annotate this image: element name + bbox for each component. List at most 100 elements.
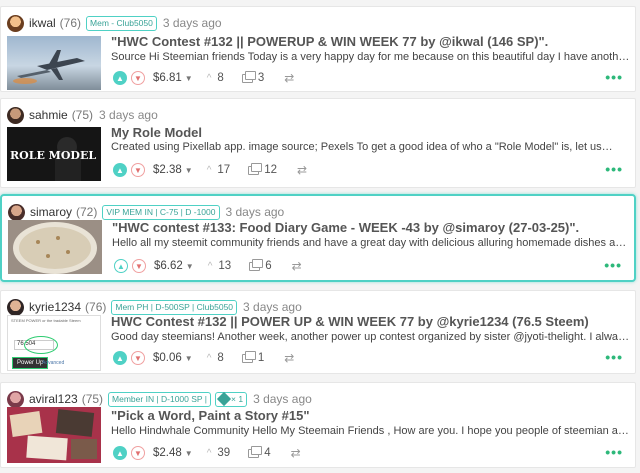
author-name[interactable]: simaroy: [30, 205, 72, 219]
community-badge: VIP MEM IN | C-75 | D -1000: [102, 204, 220, 220]
post-excerpt[interactable]: Created using Pixellab app. image source…: [111, 141, 631, 153]
avatar[interactable]: [7, 298, 24, 316]
comments-link[interactable]: 6: [249, 258, 272, 272]
upvote-button[interactable]: ▲: [114, 259, 128, 273]
chevron-up-icon: ^: [206, 352, 212, 364]
post-header: sahmie (75) 3 days ago: [7, 106, 158, 124]
post-time[interactable]: 3 days ago: [253, 392, 312, 406]
avatar[interactable]: [7, 106, 24, 124]
more-options-icon[interactable]: •••: [605, 69, 623, 85]
payout-value[interactable]: $6.62: [154, 260, 183, 272]
comment-count: 12: [264, 164, 277, 176]
gem-icon: [216, 391, 232, 407]
voters-count[interactable]: ^ 8: [207, 72, 224, 84]
comments-icon: [248, 445, 263, 458]
post-time[interactable]: 3 days ago: [163, 16, 222, 30]
post-thumbnail[interactable]: [7, 407, 101, 463]
author-name[interactable]: ikwal: [29, 16, 56, 30]
post-thumbnail[interactable]: [8, 220, 102, 274]
community-badge: Mem - Club5050: [86, 15, 157, 31]
resteem-icon[interactable]: ⇄: [297, 163, 307, 177]
upvote-button[interactable]: ▲: [113, 71, 127, 85]
post-title[interactable]: "HWC Contest #132 || POWERUP & WIN WEEK …: [111, 34, 631, 49]
vote-count: 13: [218, 260, 232, 272]
post-card[interactable]: kyrie1234 (76) Mem PH | D-500SP | Club50…: [0, 290, 636, 374]
voters-count[interactable]: ^ 8: [207, 352, 224, 364]
downvote-button[interactable]: ▼: [131, 446, 145, 460]
caret-down-icon[interactable]: ▼: [185, 449, 193, 458]
post-title[interactable]: "Pick a Word, Paint a Story #15": [111, 408, 631, 423]
avatar[interactable]: [7, 14, 24, 32]
post-excerpt[interactable]: Hello Hindwhale Community Hello My Steem…: [111, 425, 631, 437]
post-excerpt[interactable]: Source Hi Steemian friends Today is a ve…: [111, 51, 631, 63]
downvote-button[interactable]: ▼: [131, 351, 145, 365]
caret-down-icon[interactable]: ▼: [186, 262, 194, 271]
post-thumbnail[interactable]: [7, 36, 101, 90]
more-options-icon[interactable]: •••: [605, 349, 623, 365]
downvote-button[interactable]: ▼: [131, 71, 145, 85]
post-title[interactable]: My Role Model: [111, 125, 631, 140]
downvote-button[interactable]: ▼: [132, 259, 146, 273]
author-name[interactable]: aviral123: [29, 392, 78, 406]
post-header: simaroy (72) VIP MEM IN | C-75 | D -1000…: [8, 203, 284, 221]
voters-count[interactable]: ^ 39: [207, 447, 231, 459]
thumbnail-text: ROLE MODEL: [10, 149, 97, 162]
comments-link[interactable]: 4: [248, 445, 271, 459]
chevron-up-icon: ^: [206, 72, 212, 84]
post-title[interactable]: "HWC contest #133: Food Diary Game - WEE…: [112, 220, 632, 235]
award-chip: × 1: [215, 391, 248, 407]
upvote-button[interactable]: ▲: [113, 351, 127, 365]
post-excerpt[interactable]: Hello all my steemit community friends a…: [112, 237, 632, 249]
community-badge: Member IN | D-1000 SP |: [108, 391, 212, 407]
post-feed: ikwal (76) Mem - Club5050 3 days ago "HW…: [0, 0, 640, 473]
upvote-button[interactable]: ▲: [113, 446, 127, 460]
post-excerpt[interactable]: Good day steemians! Another week, anothe…: [111, 331, 631, 343]
post-time[interactable]: 3 days ago: [226, 205, 285, 219]
more-options-icon[interactable]: •••: [604, 257, 622, 273]
payout-value[interactable]: $2.38: [153, 164, 182, 176]
voters-count[interactable]: ^ 13: [208, 260, 232, 272]
reputation: (72): [76, 205, 98, 219]
payout-value[interactable]: $2.48: [153, 447, 182, 459]
resteem-icon[interactable]: ⇄: [291, 446, 301, 460]
author-name[interactable]: kyrie1234: [29, 300, 81, 314]
post-thumbnail[interactable]: STEEM POWER or the tradable Steem 76.504…: [7, 315, 101, 371]
resteem-icon[interactable]: ⇄: [284, 71, 294, 85]
more-options-icon[interactable]: •••: [605, 444, 623, 460]
caret-down-icon[interactable]: ▼: [185, 74, 193, 83]
highlight-circle: [24, 336, 58, 354]
comments-link[interactable]: 3: [241, 70, 264, 84]
comments-link[interactable]: 1: [241, 350, 265, 364]
post-card-selected[interactable]: simaroy (72) VIP MEM IN | C-75 | D -1000…: [0, 194, 636, 282]
resteem-icon[interactable]: ⇄: [284, 351, 294, 365]
caret-down-icon[interactable]: ▼: [185, 354, 193, 363]
author-name[interactable]: sahmie: [29, 108, 68, 122]
post-time[interactable]: 3 days ago: [243, 300, 302, 314]
vote-count: 17: [217, 164, 231, 176]
caret-down-icon[interactable]: ▼: [185, 166, 193, 175]
avatar[interactable]: [8, 203, 25, 221]
avatar[interactable]: [7, 390, 24, 408]
payout-value[interactable]: $6.81: [153, 72, 182, 84]
post-thumbnail[interactable]: ROLE MODEL: [7, 127, 101, 181]
comment-count: 6: [265, 260, 272, 272]
more-options-icon[interactable]: •••: [605, 161, 623, 177]
downvote-button[interactable]: ▼: [131, 163, 145, 177]
post-actions: ▲ ▼ $6.81 ▼ ^ 8 3 ⇄: [113, 69, 294, 87]
vote-count: 8: [217, 352, 224, 364]
comments-link[interactable]: 12: [248, 162, 277, 176]
post-title[interactable]: HWC Contest #132 || POWER UP & WIN WEEK …: [111, 314, 631, 329]
post-card[interactable]: sahmie (75) 3 days ago ROLE MODEL My Rol…: [0, 98, 636, 188]
payout-value[interactable]: $0.06: [153, 352, 182, 364]
chevron-up-icon: ^: [206, 164, 212, 176]
voters-count[interactable]: ^ 17: [207, 164, 231, 176]
post-card[interactable]: aviral123 (75) Member IN | D-1000 SP | ×…: [0, 382, 636, 468]
resteem-icon[interactable]: ⇄: [292, 259, 302, 273]
upvote-button[interactable]: ▲: [113, 163, 127, 177]
chevron-up-icon: ^: [207, 260, 213, 272]
comment-count: 1: [257, 352, 265, 364]
post-time[interactable]: 3 days ago: [99, 108, 158, 122]
post-actions: ▲ ▼ $6.62 ▼ ^ 13 6 ⇄: [114, 257, 302, 275]
comments-icon: [241, 70, 256, 83]
post-card[interactable]: ikwal (76) Mem - Club5050 3 days ago "HW…: [0, 6, 636, 92]
